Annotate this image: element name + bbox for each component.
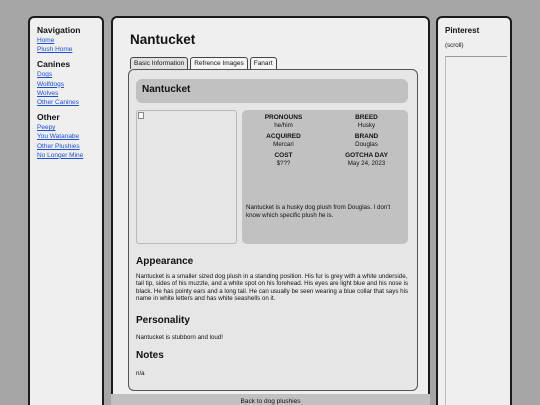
name-bar: Nantucket <box>136 79 408 103</box>
nav-link-you-watanabe[interactable]: You Watanabe <box>37 132 102 141</box>
canines-heading: Canines <box>37 59 71 70</box>
acquired-value: Mercari <box>273 141 294 148</box>
left-sidebar: Navigation Home Plush Home Canines Dogs … <box>28 16 104 405</box>
gotcha-day-value: May 24, 2023 <box>347 160 386 167</box>
brand-cell: BRAND Douglas <box>325 133 408 149</box>
plush-photo <box>136 110 237 244</box>
cost-value: $??? <box>276 160 291 167</box>
tab-basic-information[interactable]: Basic Information <box>130 57 189 69</box>
other-heading: Other <box>37 112 60 123</box>
navigation-heading: Navigation <box>37 25 81 35</box>
nav-link-other-plushies[interactable]: Other Plushies <box>37 142 102 151</box>
cost-cell: COST $??? <box>242 152 325 168</box>
pinterest-embed-frame[interactable] <box>445 56 507 405</box>
tab-content: Nantucket PRONOUNS he/him BREED Husky AC… <box>128 69 418 391</box>
breed-cell: BREED Husky <box>325 114 408 130</box>
nav-link-other-canines[interactable]: Other Canines <box>37 98 102 107</box>
gotcha-day-cell: GOTCHA DAY May 24, 2023 <box>325 152 408 168</box>
nav-link-peepy[interactable]: Peepy <box>37 123 102 132</box>
broken-image-icon <box>138 112 144 119</box>
brand-value: Douglas <box>355 141 378 148</box>
acquired-cell: ACQUIRED Mercari <box>242 133 325 149</box>
pronouns-cell: PRONOUNS he/him <box>242 114 325 130</box>
cost-label: COST <box>274 152 293 159</box>
nav-link-home[interactable]: Home <box>37 36 102 45</box>
tab-fanart[interactable]: Fanart <box>249 57 277 69</box>
appearance-text: Nantucket is a smaller sized dog plush i… <box>136 273 409 302</box>
gotcha-day-label: GOTCHA DAY <box>345 152 388 159</box>
pronouns-value: he/him <box>274 122 293 129</box>
pinterest-heading: Pinterest <box>445 26 480 35</box>
main-panel: Nantucket Basic Information Refrence Ima… <box>111 16 430 405</box>
pronouns-label: PRONOUNS <box>264 114 303 121</box>
back-to-dog-plushies-link[interactable]: Back to dog plushies <box>111 394 430 405</box>
info-box: PRONOUNS he/him BREED Husky ACQUIRED Mer… <box>242 110 408 244</box>
page-title: Nantucket <box>130 32 196 47</box>
plush-description: Nantucket is a husky dog plush from Doug… <box>246 204 391 219</box>
breed-label: BREED <box>355 114 378 121</box>
brand-label: BRAND <box>354 133 379 140</box>
breed-value: Husky <box>357 122 376 129</box>
tab-refrence-images[interactable]: Refrence Images <box>190 57 248 69</box>
nav-link-wolves[interactable]: Wolves <box>37 89 102 98</box>
appearance-heading: Appearance <box>136 256 194 267</box>
notes-text: n/a <box>136 370 145 377</box>
nav-link-no-longer-mine[interactable]: No Longer Mine <box>37 151 102 160</box>
nav-link-plush-home[interactable]: Plush Home <box>37 45 102 54</box>
personality-heading: Personality <box>136 315 190 326</box>
tab-bar: Basic Information Refrence Images Fanart <box>130 57 277 69</box>
personality-text: Nantucket is stubborn and loud! <box>136 334 224 341</box>
nav-link-dogs[interactable]: Dogs <box>37 70 102 79</box>
nav-link-wolfdogs[interactable]: Wolfdogs <box>37 80 102 89</box>
scroll-note: (scroll) <box>445 42 464 49</box>
info-grid: PRONOUNS he/him BREED Husky ACQUIRED Mer… <box>242 114 408 168</box>
acquired-label: ACQUIRED <box>266 133 301 140</box>
notes-heading: Notes <box>136 350 164 361</box>
right-panel: Pinterest (scroll) <box>436 16 512 405</box>
